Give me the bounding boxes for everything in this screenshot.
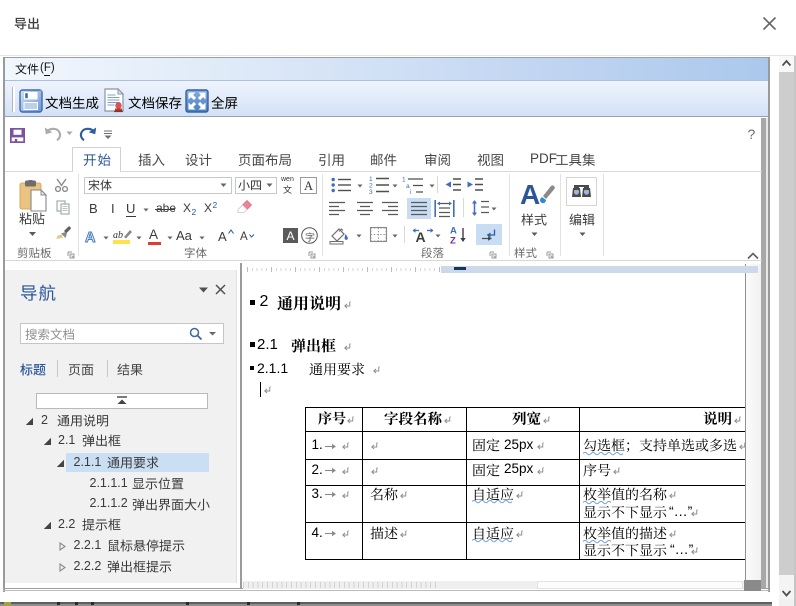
svg-text:A: A <box>85 230 96 245</box>
svg-text:3: 3 <box>369 189 373 194</box>
svg-text:A: A <box>415 229 425 245</box>
svg-text:A: A <box>520 179 540 210</box>
svg-text:A: A <box>304 179 313 193</box>
svg-text:Z: Z <box>450 236 456 246</box>
svg-text:ab: ab <box>113 230 123 241</box>
svg-text:i: i <box>410 189 411 194</box>
